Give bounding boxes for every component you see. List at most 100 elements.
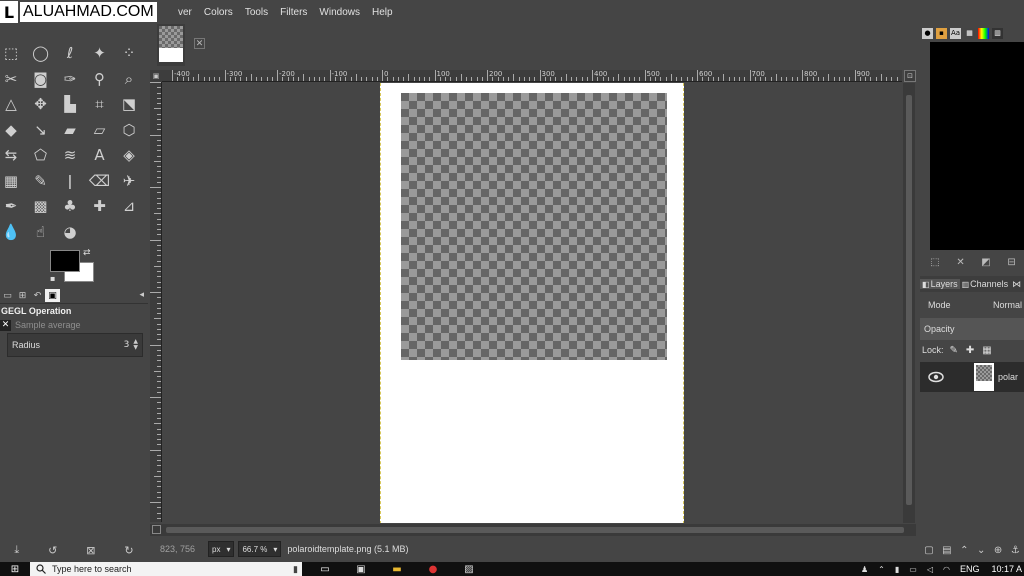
chrome-icon[interactable]: ● xyxy=(420,562,446,576)
warp-icon[interactable]: ◆ xyxy=(0,119,22,141)
anchor-icon[interactable]: ⚓ xyxy=(1011,545,1020,556)
store-icon[interactable]: ▣ xyxy=(348,562,374,576)
microphone-icon[interactable]: ▮ xyxy=(293,564,298,575)
layer-name[interactable]: polar xyxy=(998,372,1018,382)
tab-paths[interactable]: ⋈ xyxy=(1010,279,1023,290)
paintbrush-icon[interactable]: ǀ xyxy=(59,170,81,192)
cage-icon[interactable]: ⬠ xyxy=(30,144,52,166)
tab-device-status[interactable]: ⊞ xyxy=(15,289,30,302)
scissors-icon[interactable]: ✂ xyxy=(0,68,22,90)
bucket-fill-icon[interactable]: ◈ xyxy=(118,144,140,166)
unit-select[interactable]: px ▾ xyxy=(208,541,235,557)
polaroid-image[interactable] xyxy=(380,83,684,523)
clear-icon[interactable]: ✕ xyxy=(956,257,964,268)
delete-options-icon[interactable]: ⊠ xyxy=(86,544,95,557)
reset-options-icon[interactable]: ↻ xyxy=(124,544,133,557)
ellipse-select-icon[interactable]: ◯ xyxy=(30,42,52,64)
wifi-icon[interactable]: ◠ xyxy=(943,565,950,574)
user-icon[interactable]: ♟ xyxy=(861,565,868,574)
swap-colors-icon[interactable]: ⇄ xyxy=(83,248,91,258)
layer-item[interactable]: polar xyxy=(920,362,1024,392)
radius-value[interactable]: 3 xyxy=(124,340,130,350)
handle-transform-icon[interactable]: ↘ xyxy=(30,119,52,141)
foreground-select-icon[interactable]: ◙ xyxy=(30,68,52,90)
horizontal-ruler[interactable]: -400 -300 -200 -100 0 100 200 300 400 500 600 700 80… xyxy=(162,70,902,82)
default-colors-icon[interactable]: ▪ xyxy=(50,274,55,283)
restore-options-icon[interactable]: ↺ xyxy=(48,544,57,557)
tab-fonts[interactable]: Aa xyxy=(950,27,961,39)
save-options-icon[interactable]: ⤓ xyxy=(14,543,19,557)
crop-icon[interactable]: ⌗ xyxy=(89,93,111,115)
tab-channels[interactable]: ▥ Channels xyxy=(960,279,1011,289)
image-tab[interactable] xyxy=(157,24,185,66)
language-indicator[interactable]: ENG xyxy=(960,564,980,574)
tab-layers[interactable]: ◧ Layers xyxy=(920,279,960,289)
gimp-app-icon[interactable]: ▨ xyxy=(456,562,482,576)
tab-patterns[interactable]: ▪ xyxy=(936,27,947,39)
select-icon[interactable]: ⬚ xyxy=(930,257,939,268)
shear-icon[interactable]: ▰ xyxy=(59,119,81,141)
spin-down-icon[interactable]: ▼ xyxy=(133,345,138,351)
duplicate-icon[interactable]: ⊟ xyxy=(1007,257,1015,268)
duplicate-layer-icon[interactable]: ⊕ xyxy=(994,545,1002,556)
vertical-scroll-thumb[interactable] xyxy=(906,95,912,505)
lock-position-icon[interactable]: ✚ xyxy=(966,345,974,356)
lower-layer-icon[interactable]: ⌄ xyxy=(977,545,985,556)
sample-average-checkbox[interactable]: ✕ xyxy=(0,319,11,331)
network-icon[interactable]: ▮ xyxy=(895,565,899,574)
vertical-scrollbar[interactable] xyxy=(903,83,915,523)
menu-windows[interactable]: Windows xyxy=(319,7,360,18)
menu-help[interactable]: Help xyxy=(372,7,393,18)
fuzzy-select-icon[interactable]: ✦ xyxy=(89,42,111,64)
flip-icon[interactable]: ⇆ xyxy=(0,144,22,166)
canvas-area[interactable] xyxy=(162,83,902,523)
menu-colors[interactable]: Colors xyxy=(204,7,233,18)
airbrush-icon[interactable]: ✈ xyxy=(118,170,140,192)
lock-pixels-icon[interactable]: ✎ xyxy=(950,345,958,356)
select-by-color-icon[interactable]: ⁘ xyxy=(118,42,140,64)
tab-brushes[interactable]: ● xyxy=(922,27,933,39)
pencil-icon[interactable]: ✎ xyxy=(30,170,52,192)
free-select-icon[interactable]: ℓ xyxy=(59,42,81,64)
lock-alpha-icon[interactable]: ▦ xyxy=(982,345,991,356)
gradient-icon[interactable]: ▦ xyxy=(0,170,22,192)
edit-icon[interactable]: ◩ xyxy=(981,257,990,268)
radius-field[interactable]: Radius 3 ▲ ▼ xyxy=(7,333,143,357)
heal-icon[interactable]: ✚ xyxy=(89,195,111,217)
new-group-icon[interactable]: ▤ xyxy=(942,545,951,556)
navigate-icon[interactable]: ⊡ xyxy=(904,70,916,82)
tab-gradients[interactable] xyxy=(978,27,989,39)
file-explorer-icon[interactable]: ▬ xyxy=(384,562,410,576)
opacity-slider[interactable]: Opacity xyxy=(920,318,1024,340)
vertical-ruler[interactable] xyxy=(150,82,162,522)
smudge-icon[interactable]: ☝ xyxy=(30,221,52,243)
mode-select[interactable]: Normal xyxy=(993,300,1022,310)
tab-images[interactable]: ▣ xyxy=(45,289,60,302)
zoom-select[interactable]: 66.7 % ▾ xyxy=(238,541,282,557)
eraser-icon[interactable]: ⌫ xyxy=(89,170,111,192)
perspective-icon[interactable]: ▱ xyxy=(89,119,111,141)
text-icon[interactable]: A xyxy=(89,144,111,166)
new-layer-icon[interactable]: ▢ xyxy=(924,545,933,556)
menu-tools[interactable]: Tools xyxy=(245,7,268,18)
close-tab-icon[interactable]: ✕ xyxy=(194,38,205,49)
battery-icon[interactable]: ▭ xyxy=(909,565,917,574)
tab-palettes[interactable]: ▦ xyxy=(964,27,975,39)
paths-icon[interactable]: ✑ xyxy=(59,68,81,90)
menu-view[interactable]: ver xyxy=(178,7,192,18)
task-view-icon[interactable]: ▭ xyxy=(312,562,338,576)
blur-icon[interactable]: 💧 xyxy=(0,221,22,243)
clock[interactable]: 10:17 A xyxy=(991,564,1022,574)
raise-layer-icon[interactable]: ⌃ xyxy=(960,545,968,556)
brush-preview[interactable] xyxy=(930,42,1024,250)
mode-row[interactable]: Mode Normal xyxy=(920,294,1024,316)
color-picker-icon[interactable]: ⚲ xyxy=(89,68,111,90)
ruler-corner[interactable]: ▣ xyxy=(150,70,162,82)
horizontal-scroll-thumb[interactable] xyxy=(166,527,904,533)
ink-icon[interactable]: ✒ xyxy=(0,195,22,217)
rect-select-icon[interactable]: ⬚ xyxy=(0,42,22,64)
perspective-clone-icon[interactable]: ⊿ xyxy=(118,195,140,217)
taskbar-search[interactable]: Type here to search ▮ xyxy=(30,562,302,576)
align-icon[interactable]: ▙ xyxy=(59,93,81,115)
clone-icon[interactable]: ♣ xyxy=(59,195,81,217)
